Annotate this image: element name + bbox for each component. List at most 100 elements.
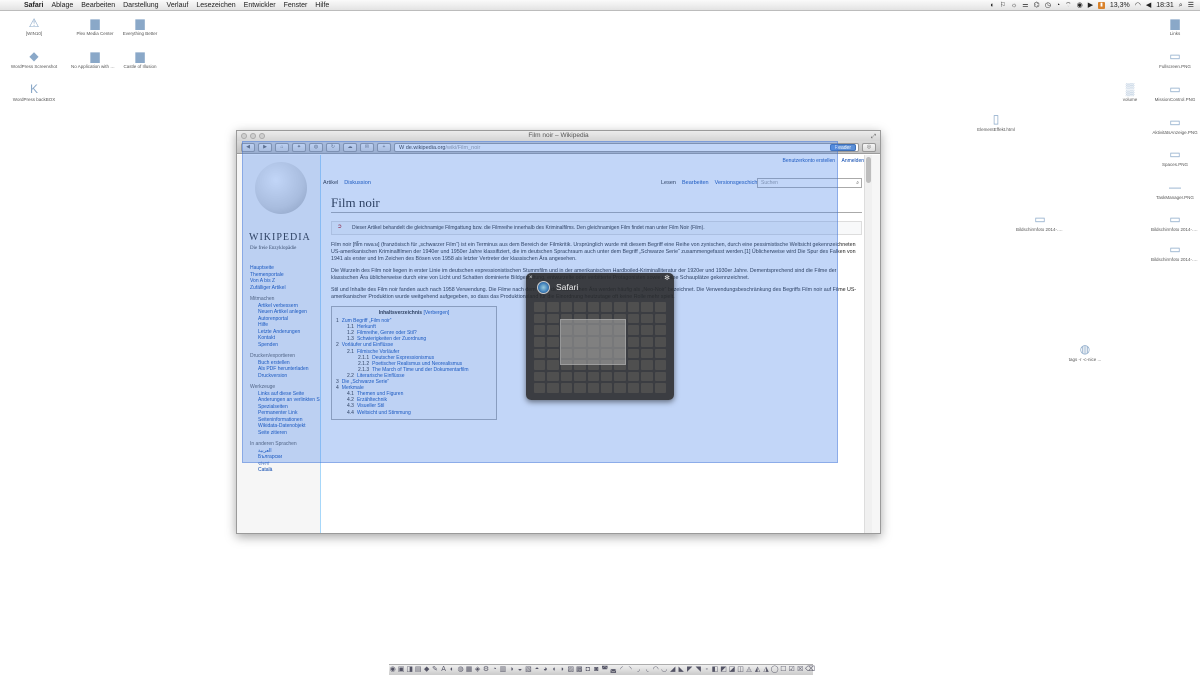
grid-cell[interactable] — [587, 371, 599, 382]
grid-cell[interactable] — [654, 348, 666, 359]
dock-app-icon[interactable]: ◝ — [627, 666, 634, 674]
dock-app-icon[interactable]: A — [440, 666, 447, 674]
dock-app-icon[interactable]: ◚ — [601, 666, 608, 674]
grid-cell[interactable] — [641, 360, 653, 370]
dock-app-icon[interactable]: ◦ — [703, 666, 710, 674]
grid-cell[interactable] — [641, 383, 653, 393]
battery-icon[interactable]: ▮ — [1098, 2, 1105, 9]
spotlight-search-icon[interactable]: ⌕ — [1179, 0, 1183, 11]
grid-cell[interactable] — [627, 371, 640, 382]
grid-cell[interactable] — [654, 313, 666, 324]
grid-cell[interactable] — [654, 360, 666, 370]
dock-app-icon[interactable]: ◔ — [491, 666, 498, 674]
clock[interactable]: 18:31 — [1156, 0, 1174, 11]
menu-bearbeiten[interactable]: Bearbeiten — [77, 0, 119, 11]
desktop-icon[interactable]: ◍ tags -r -c-nice ... — [1061, 342, 1109, 362]
dock-app-icon[interactable]: ▣ — [397, 666, 405, 674]
grid-cell[interactable] — [600, 383, 613, 393]
dock-app-icon[interactable]: ▨ — [567, 666, 575, 674]
dock-app-icon[interactable]: ◙ — [593, 666, 600, 674]
grid-cell[interactable] — [627, 336, 640, 347]
grid-cell[interactable] — [614, 371, 626, 382]
grid-cell[interactable] — [547, 383, 559, 393]
scrollbar-thumb[interactable] — [866, 157, 871, 183]
desktop-icon[interactable]: K WordPress backBOX — [10, 82, 58, 102]
grid-cell[interactable] — [560, 383, 573, 393]
grid-cell[interactable] — [654, 383, 666, 393]
menu-safari[interactable]: Safari — [20, 0, 47, 11]
grid-cell[interactable] — [547, 313, 559, 324]
dock-app-icon[interactable]: ⌫ — [805, 666, 815, 674]
grid-cell[interactable] — [641, 325, 653, 335]
desktop-icon[interactable]: ▆ Links — [1151, 16, 1199, 36]
fullscreen-icon[interactable]: ⤢ — [871, 132, 876, 142]
status-item-icon[interactable]: ◐ — [990, 0, 994, 11]
close-window-button[interactable] — [241, 133, 247, 139]
grid-cell[interactable] — [654, 302, 666, 312]
grid-cell[interactable] — [587, 302, 599, 312]
dock-app-icon[interactable]: ◘ — [584, 666, 591, 674]
dock-app-icon[interactable]: ◮ — [762, 666, 769, 674]
grid-cell[interactable] — [534, 325, 546, 335]
grid-cell[interactable] — [534, 302, 546, 312]
downloads-icon[interactable]: ◎ — [862, 142, 876, 152]
dock-app-icon[interactable]: ◓ — [533, 666, 540, 674]
dock-app-icon[interactable]: ✎ — [431, 666, 438, 674]
zoom-window-button[interactable] — [259, 133, 265, 139]
grid-cell[interactable] — [547, 302, 559, 312]
desktop-icon[interactable]: ▆ Everything Better — [116, 16, 164, 36]
dock-app-icon[interactable]: ☑ — [788, 666, 795, 674]
dock-app-icon[interactable]: ◨ — [406, 666, 413, 674]
status-item-icon[interactable]: ◔ — [1056, 0, 1060, 11]
wifi-icon[interactable]: ◠ — [1135, 0, 1141, 11]
gear-icon[interactable]: ✻ — [664, 274, 670, 282]
status-item-icon[interactable]: ☼ — [1011, 0, 1017, 11]
grid-cell[interactable] — [641, 313, 653, 324]
dock-app-icon[interactable]: ◭ — [754, 666, 761, 674]
desktop-icon[interactable]: ▒ volume — [1106, 82, 1154, 102]
grid-cell[interactable] — [641, 348, 653, 359]
grid-cell[interactable] — [560, 371, 573, 382]
dock-app-icon[interactable]: ▦ — [465, 666, 473, 674]
grid-cell[interactable] — [627, 383, 640, 393]
dock-app-icon[interactable]: ▧ — [525, 666, 532, 674]
dock-app-icon[interactable]: ◛ — [610, 666, 617, 674]
dock-app-icon[interactable]: ◉ — [389, 666, 396, 674]
desktop-icon[interactable]: ▆ Plex Media Center — [71, 16, 119, 36]
sidebar-link[interactable]: Català — [250, 467, 320, 474]
grid-cell[interactable] — [627, 302, 640, 312]
grid-cell[interactable] — [641, 302, 653, 312]
dock-app-icon[interactable]: ◯ — [771, 666, 779, 674]
grid-cell[interactable] — [600, 302, 613, 312]
dock-app-icon[interactable]: ◠ — [652, 666, 659, 674]
grid-cell[interactable] — [534, 313, 546, 324]
menu-ablage[interactable]: Ablage — [47, 0, 77, 11]
dock-app-icon[interactable]: ◬ — [745, 666, 752, 674]
grid-cell[interactable] — [534, 336, 546, 347]
dock-app-icon[interactable]: ◢ — [669, 666, 676, 674]
dock-app-icon[interactable]: ◍ — [457, 666, 464, 674]
dock-app-icon[interactable]: ◪ — [728, 666, 736, 674]
dock-app-icon[interactable]: ⚙ — [482, 666, 489, 674]
desktop-icon[interactable]: ▭Bildschirmfoto 2014-...18.09.45 — [1016, 212, 1064, 232]
hud-selection[interactable] — [560, 319, 626, 365]
grid-cell[interactable] — [627, 348, 640, 359]
dock-app-icon[interactable]: ◐ — [448, 666, 455, 674]
grid-cell[interactable] — [547, 360, 559, 370]
status-item-icon[interactable]: ◷ — [1045, 0, 1051, 11]
dock-app-icon[interactable]: ◤ — [686, 666, 693, 674]
dock-app-icon[interactable]: ◖ — [550, 666, 557, 674]
desktop-icon[interactable]: — TaskManager.PNG — [1151, 180, 1199, 200]
status-item-icon[interactable]: ⌬ — [1034, 0, 1040, 11]
menu-darstellung[interactable]: Darstellung — [119, 0, 162, 11]
grid-cell[interactable] — [547, 336, 559, 347]
grid-cell[interactable] — [641, 336, 653, 347]
grid-cell[interactable] — [587, 383, 599, 393]
grid-cell[interactable] — [574, 302, 586, 312]
dock-app-icon[interactable]: ◗ — [559, 666, 566, 674]
grid-cell[interactable] — [547, 371, 559, 382]
desktop-icon[interactable]: ▭Bildschirmfoto 2014-...18.57.03 — [1151, 242, 1199, 262]
desktop-icon[interactable]: ◆ WordPress Screenshot — [10, 49, 58, 69]
dock-app-icon[interactable]: ◩ — [720, 666, 727, 674]
grid-cell[interactable] — [534, 371, 546, 382]
